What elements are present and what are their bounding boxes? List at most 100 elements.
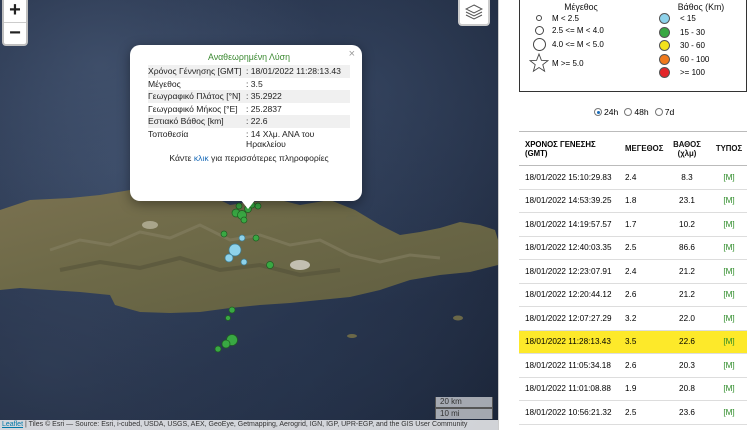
event-marker[interactable]: [224, 253, 234, 263]
event-type-link[interactable]: [M]: [711, 361, 747, 370]
islet: [346, 215, 358, 221]
table-row[interactable]: 18/01/2022 10:56:21.32 2.5 23.6 [M]: [519, 401, 747, 425]
table-row[interactable]: 18/01/2022 11:01:08.88 1.9 20.8 [M]: [519, 378, 747, 401]
event-depth: 21.2: [679, 290, 695, 300]
event-time: 18/01/2022 10:56:21.32: [525, 407, 612, 417]
event-magnitude: 2.5: [625, 407, 637, 417]
header-depth[interactable]: ΒΑΘΟΣ (χλμ): [663, 140, 711, 158]
popup-value: : 25.2837: [246, 103, 282, 114]
events-table: ΧΡΟΝΟΣ ΓΕΝΕΣΗΣ (GMT) ΜΕΓΕΘΟΣ ΒΑΘΟΣ (χλμ)…: [519, 131, 747, 425]
event-marker[interactable]: [238, 234, 246, 242]
depth-color-dot: [659, 13, 670, 25]
popup-row: Εστιακό Βάθος [km]: 22.6: [148, 115, 350, 128]
period-label: 7d: [664, 107, 675, 117]
event-magnitude: 2.4: [625, 266, 637, 276]
leaflet-link[interactable]: Leaflet: [2, 421, 23, 428]
popup-row: Τοποθεσία: 14 Χλμ. ΑΝΑ του Ηρακλείου: [148, 128, 350, 151]
popup-title: Αναθεωρημένη Λύση: [207, 52, 291, 62]
event-time: 18/01/2022 15:10:29.83: [525, 172, 612, 182]
event-depth: 20.3: [679, 360, 695, 370]
table-row[interactable]: 18/01/2022 12:20:44.12 2.6 21.2 [M]: [519, 284, 747, 307]
event-marker[interactable]: [252, 234, 260, 242]
legend-label: 15 - 30: [680, 27, 705, 37]
more-suffix: για περισσότερες πληροφορίες: [208, 152, 329, 163]
event-time: 18/01/2022 11:28:13.43: [525, 337, 611, 347]
large-circle-icon: [532, 37, 546, 51]
radio-icon[interactable]: [624, 108, 633, 116]
event-time: 18/01/2022 11:05:34.18: [525, 360, 611, 370]
event-depth: 23.6: [679, 407, 695, 417]
legend-mag-row: M < 2.5: [526, 12, 636, 24]
layers-button[interactable]: [458, 0, 490, 26]
event-depth: 23.1: [679, 196, 695, 206]
event-time: 18/01/2022 11:01:08.88: [525, 384, 611, 394]
zoom-out-button[interactable]: −: [4, 22, 26, 44]
popup-tip: [240, 199, 256, 209]
event-type-link[interactable]: [M]: [711, 220, 747, 229]
layers-icon: [465, 4, 483, 20]
event-type-link[interactable]: [M]: [711, 173, 747, 182]
table-row[interactable]: 18/01/2022 12:07:27.29 3.2 22.0 [M]: [519, 307, 747, 331]
popup-key: Χρόνος Γέννησης [GMT]: [148, 65, 244, 78]
period-selector: 24h 48h 7d: [594, 107, 674, 117]
popup-key: Εστιακό Βάθος [km]: [148, 115, 244, 128]
event-type-link[interactable]: [M]: [711, 243, 747, 252]
popup-value: : 3.5: [246, 78, 263, 89]
popup-value: : 18/01/2022 11:28:13.43: [244, 65, 350, 78]
header-magnitude[interactable]: ΜΕΓΕΘΟΣ: [619, 144, 663, 153]
popup-details: Χρόνος Γέννησης [GMT]: 18/01/2022 11:28:…: [148, 65, 350, 151]
popup-value: : 14 Χλμ. ΑΝΑ του Ηρακλείου: [246, 128, 315, 150]
zoom-in-button[interactable]: +: [4, 0, 26, 22]
legend-mag-row: M >= 5.0: [526, 52, 636, 74]
magnitude-legend-title: Μέγεθος: [564, 2, 598, 12]
radio-icon[interactable]: [654, 108, 663, 116]
event-magnitude: 1.7: [625, 219, 637, 229]
period-option-48h[interactable]: 48h: [624, 107, 649, 117]
event-type-link[interactable]: [M]: [711, 290, 747, 299]
event-type-link[interactable]: [M]: [711, 196, 747, 205]
event-type-link[interactable]: [M]: [711, 408, 747, 417]
attribution-text: | Tiles © Esri — Source: Esri, i-cubed, …: [23, 421, 468, 428]
table-row[interactable]: 18/01/2022 14:19:57.57 1.7 10.2 [M]: [519, 213, 747, 237]
table-row[interactable]: 18/01/2022 12:23:07.91 2.4 21.2 [M]: [519, 260, 747, 284]
event-type-link[interactable]: [M]: [711, 384, 747, 393]
radio-icon[interactable]: [594, 108, 602, 116]
event-marker[interactable]: [228, 306, 236, 314]
scale-bar: 20 km 10 mi: [435, 397, 493, 419]
table-row[interactable]: 18/01/2022 15:10:29.83 2.4 8.3 [M]: [519, 166, 747, 190]
event-depth: 21.2: [679, 266, 695, 276]
event-depth: 20.8: [679, 384, 695, 394]
event-marker[interactable]: [220, 230, 228, 238]
popup-close-button[interactable]: ×: [349, 48, 355, 60]
legend-mag-row: 4.0 <= M < 5.0: [526, 36, 636, 52]
popup-row: Χρόνος Γέννησης [GMT]: 18/01/2022 11:28:…: [148, 65, 350, 78]
event-type-link[interactable]: [M]: [711, 314, 747, 323]
more-info-link[interactable]: κλικ: [194, 153, 209, 163]
event-time: 18/01/2022 12:20:44.12: [525, 290, 612, 300]
event-marker[interactable]: [266, 261, 274, 269]
map-view[interactable]: + − × Αναθεωρημένη Λύση Χρόνος Γέννησης …: [0, 0, 498, 430]
event-depth: 8.3: [681, 172, 693, 182]
event-type-link[interactable]: [M]: [711, 337, 747, 346]
table-row[interactable]: 18/01/2022 14:53:39.25 1.8 23.1 [M]: [519, 190, 747, 213]
event-type-link[interactable]: [M]: [711, 267, 747, 276]
legend-depth-row: >= 100: [657, 66, 745, 80]
event-marker[interactable]: [221, 339, 231, 349]
snow-peak: [142, 221, 158, 229]
header-type[interactable]: ΤΥΠΟΣ: [711, 144, 747, 153]
table-row[interactable]: 18/01/2022 11:28:13.43 3.5 22.6 [M]: [519, 330, 747, 354]
event-magnitude: 1.8: [625, 196, 637, 206]
event-marker[interactable]: [240, 258, 248, 266]
small-circle-icon: [536, 15, 542, 21]
event-marker[interactable]: [225, 315, 231, 321]
table-row[interactable]: 18/01/2022 11:05:34.18 2.6 20.3 [M]: [519, 354, 747, 378]
header-time[interactable]: ΧΡΟΝΟΣ ΓΕΝΕΣΗΣ (GMT): [519, 140, 619, 158]
table-row[interactable]: 18/01/2022 12:40:03.35 2.5 86.6 [M]: [519, 237, 747, 260]
event-marker[interactable]: [214, 345, 222, 353]
period-option-24h[interactable]: 24h: [594, 107, 618, 117]
map-attribution: Leaflet | Tiles © Esri — Source: Esri, i…: [0, 420, 498, 430]
event-depth: 86.6: [679, 243, 695, 253]
event-marker[interactable]: [240, 216, 248, 224]
popup-key: Γεωγραφικό Πλάτος [°N]: [148, 90, 244, 103]
period-option-7d[interactable]: 7d: [654, 107, 675, 117]
